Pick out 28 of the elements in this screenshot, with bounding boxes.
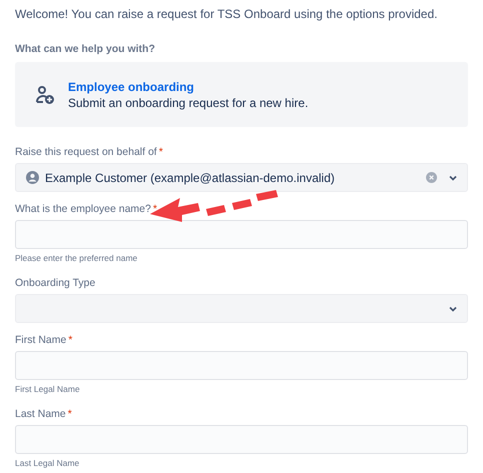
intro-text: Welcome! You can raise a request for TSS Onboard using the options provided. [15, 6, 438, 22]
text-input-field[interactable] [15, 425, 468, 454]
required-mark: * [153, 202, 158, 216]
field-label: What is the employee name? [15, 202, 151, 216]
clear-icon[interactable] [426, 172, 437, 183]
section-label: What can we help you with? [15, 42, 156, 56]
helper-text: Please enter the preferred name [15, 253, 138, 264]
request-type-card[interactable]: Employee onboarding Submit an onboarding request for a new hire. [15, 62, 468, 127]
request-type-description: Submit an onboarding request for a new hire. [68, 94, 308, 110]
field-label: Last Name [15, 407, 66, 421]
request-type-title: Employee onboarding [68, 78, 196, 94]
chevron-down-icon[interactable] [449, 306, 457, 312]
user-avatar-icon [26, 171, 39, 184]
select-field[interactable]: Example Customer (example@atlassian-demo.invalid) [15, 163, 468, 192]
text-input-field[interactable] [15, 351, 468, 380]
helper-text: Last Legal Name [15, 458, 80, 469]
field-label: Onboarding Type [15, 276, 96, 290]
select-field[interactable] [15, 294, 468, 323]
field-label: First Name [15, 333, 66, 347]
required-mark: * [68, 333, 72, 347]
chevron-down-icon[interactable] [449, 174, 457, 180]
required-mark: * [158, 145, 163, 159]
select-value: Example Customer (example@atlassian-demo.invalid) [45, 170, 335, 186]
text-input-field[interactable] [15, 220, 468, 249]
person-add-icon [35, 84, 55, 104]
helper-text: First Legal Name [15, 384, 81, 395]
field-label: Raise this request on behalf of [15, 145, 157, 159]
required-mark: * [68, 407, 72, 421]
